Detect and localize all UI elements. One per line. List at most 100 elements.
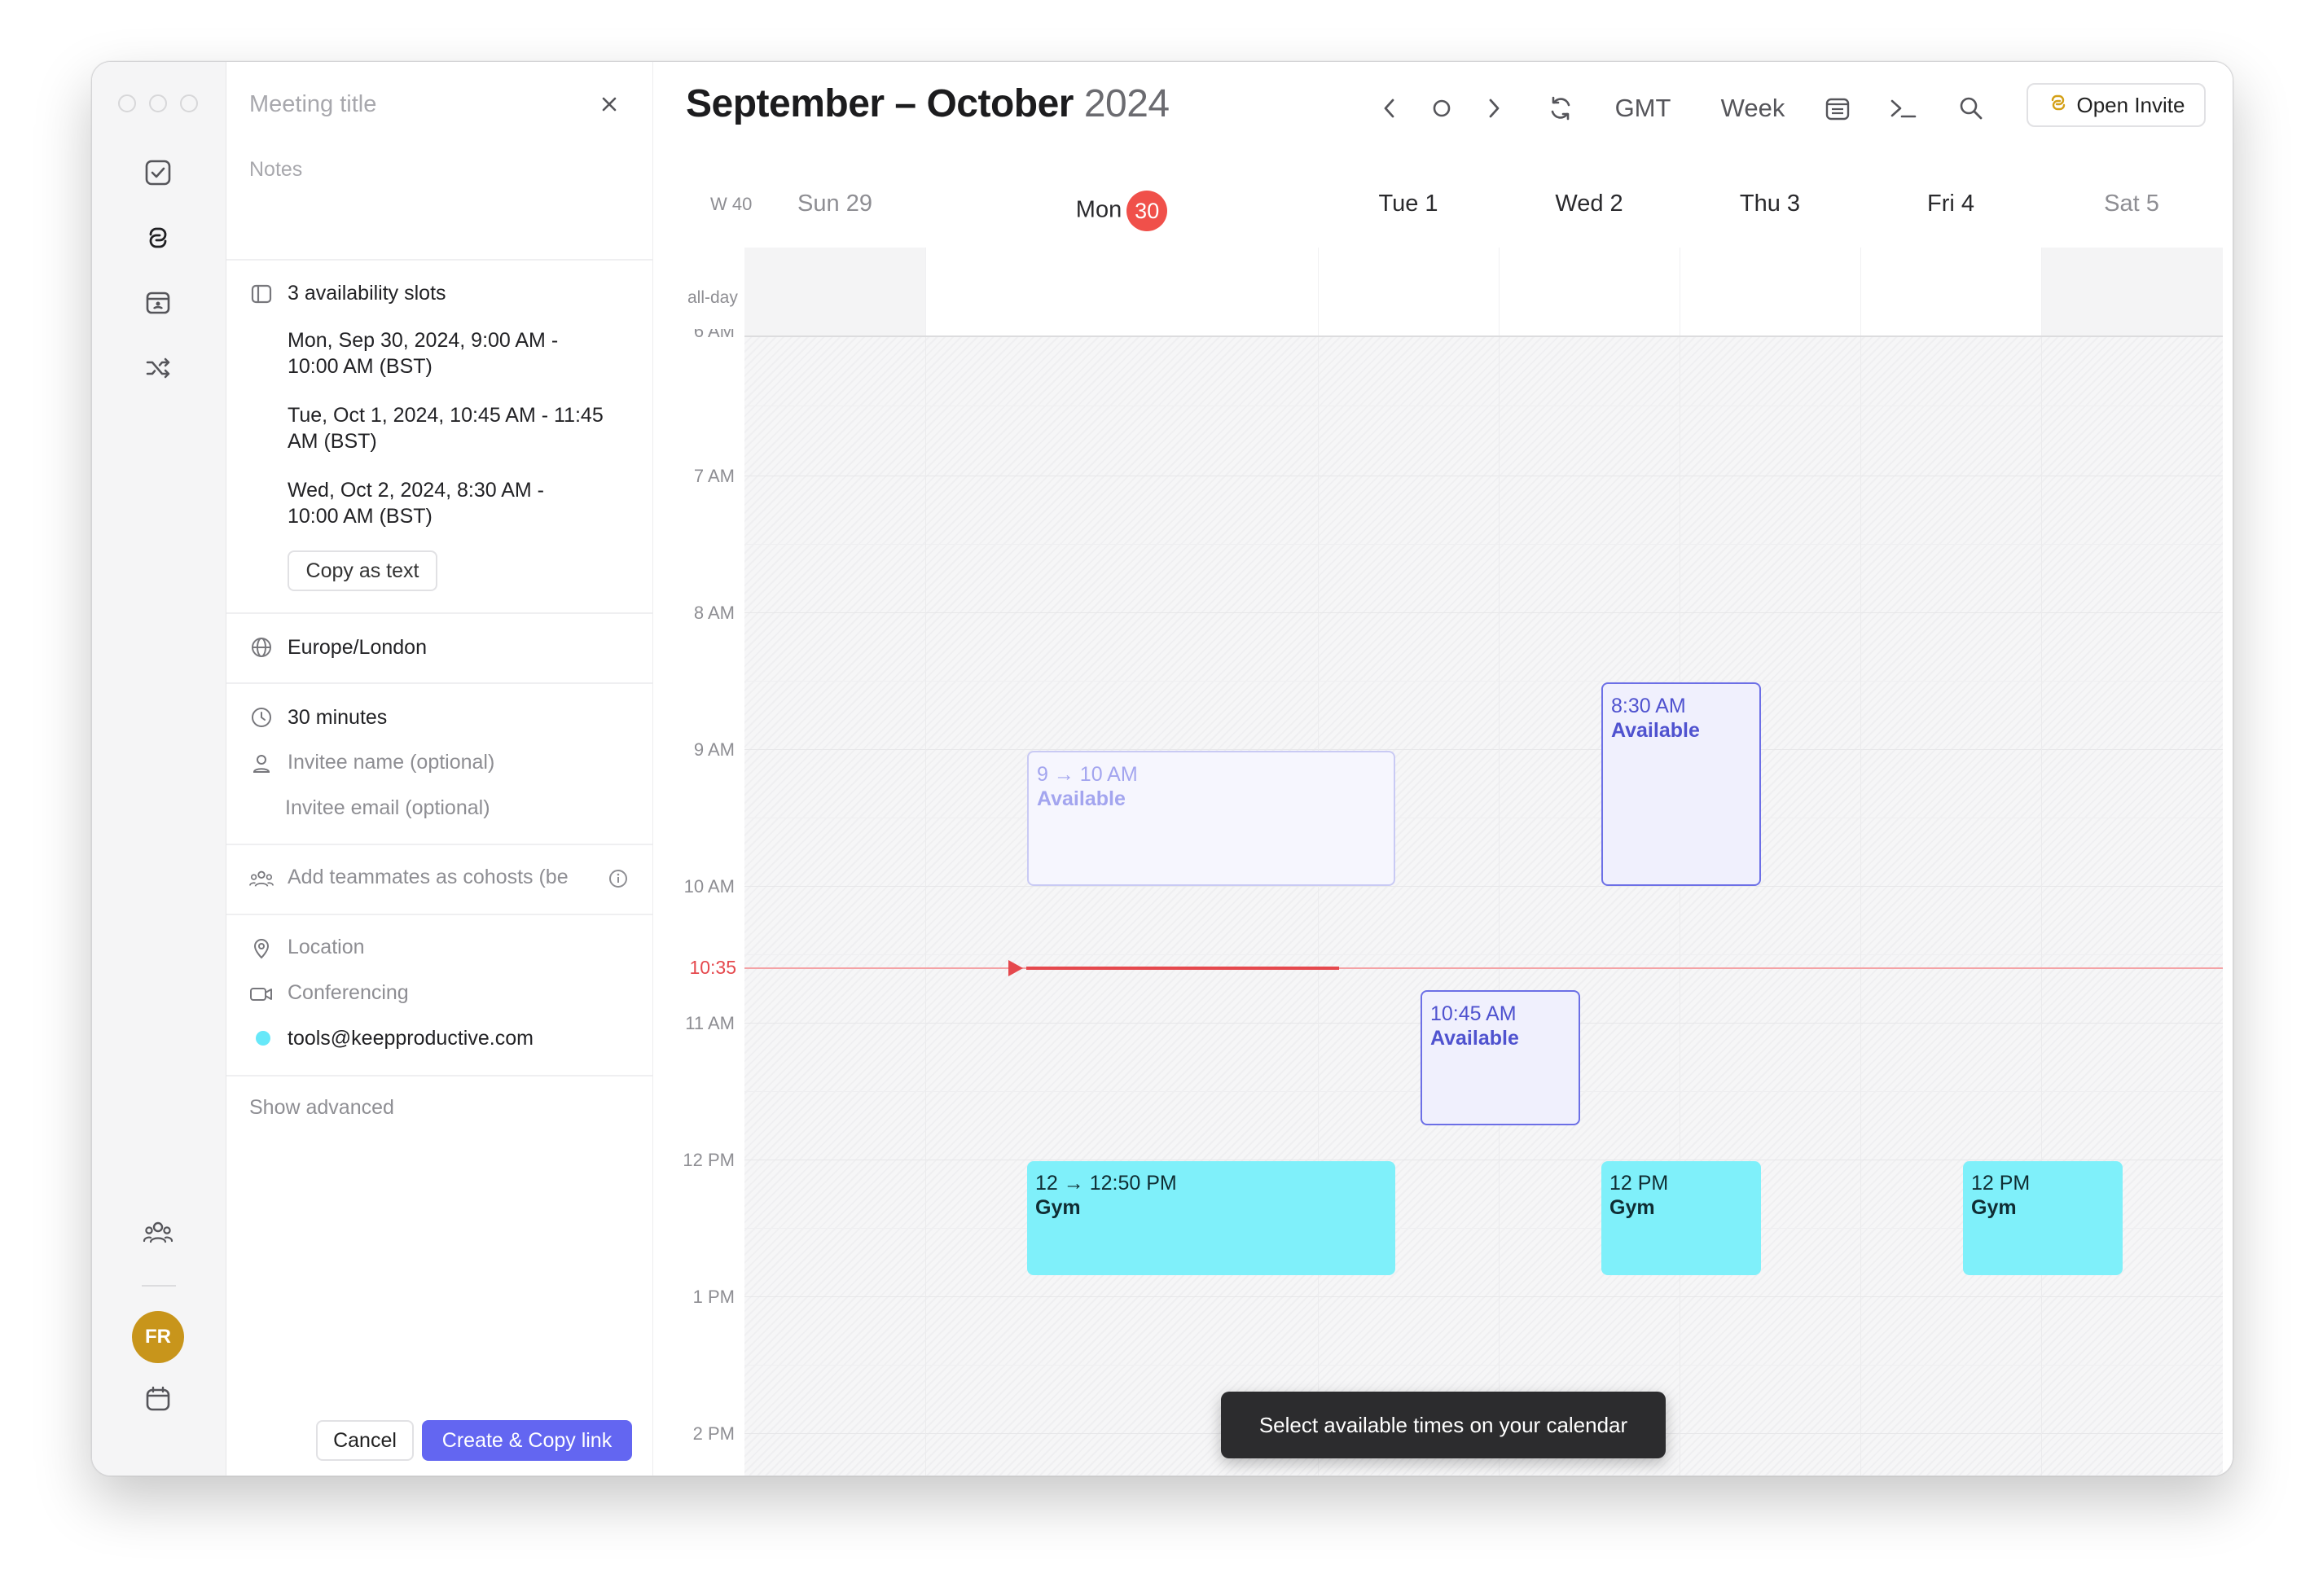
day-column-divider	[925, 337, 926, 1475]
location-input[interactable]: Location	[288, 936, 365, 959]
day-header-mon[interactable]: Mon 30	[925, 191, 1318, 231]
event-time: 12 PM	[1971, 1172, 2031, 1195]
day-header-fri[interactable]: Fri 4	[1860, 191, 2041, 217]
calendar-list-icon[interactable]	[1820, 88, 1855, 129]
open-invite-button[interactable]: Open Invite	[2027, 83, 2206, 127]
time-grid[interactable]	[744, 337, 2223, 1475]
location-pin-icon	[249, 936, 274, 961]
allday-divider	[2041, 248, 2042, 335]
current-time-bar	[1026, 967, 1339, 970]
hour-label-partial: 6 AM	[693, 329, 735, 341]
globe-icon	[249, 635, 274, 660]
tasks-checkbox-icon[interactable]	[142, 156, 174, 189]
create-copy-link-button[interactable]: Create & Copy link	[422, 1420, 632, 1461]
hint-toast: Select available times on your calendar	[1221, 1392, 1666, 1458]
cancel-button[interactable]: Cancel	[316, 1420, 414, 1461]
hour-label: 1 PM	[692, 1287, 735, 1307]
day-header-sat[interactable]: Sat 5	[2041, 191, 2222, 217]
user-avatar[interactable]: FR	[132, 1311, 184, 1363]
view-selector[interactable]: Week	[1712, 88, 1794, 129]
timezone-select[interactable]: Europe/London	[288, 634, 427, 660]
allday-label: all-day	[687, 288, 738, 307]
copy-as-text-button[interactable]: Copy as text	[288, 550, 437, 591]
hour-label: 8 AM	[693, 603, 735, 623]
invitee-email-input[interactable]: Invitee email (optional)	[285, 796, 490, 820]
availability-slot-wed[interactable]: 8:30 AM Available	[1601, 682, 1761, 886]
grid-line	[744, 886, 2223, 887]
day-header-wed[interactable]: Wed 2	[1499, 191, 1680, 217]
availability-slot-tue[interactable]: 10:45 AM Available	[1421, 990, 1580, 1125]
slots-panel-icon	[249, 282, 274, 306]
slot-2: Tue, Oct 1, 2024, 10:45 AM - 11:45 AM (B…	[288, 402, 604, 454]
meeting-title-input[interactable]: Meeting title	[249, 91, 376, 118]
day-column-divider	[1860, 337, 1861, 1475]
allday-weekend-sat	[2041, 248, 2223, 335]
grid-line	[744, 954, 2223, 955]
slot-3-line1: Wed, Oct 2, 2024, 8:30 AM -	[288, 479, 544, 502]
current-time-marker	[1008, 960, 1023, 976]
scheduling-links-icon[interactable]	[142, 221, 174, 254]
gym-event-wed[interactable]: 12 PM Gym	[1601, 1161, 1761, 1275]
grid-line	[744, 1365, 2223, 1366]
invite-form-panel: Meeting title Notes 3 availability slots…	[226, 62, 653, 1475]
rail-divider	[142, 1285, 176, 1287]
duration-select[interactable]: 30 minutes	[288, 704, 387, 730]
contacts-card-icon[interactable]	[142, 287, 174, 319]
invitee-name-input[interactable]: Invitee name (optional)	[288, 751, 494, 774]
hour-label: 2 PM	[692, 1423, 735, 1444]
allday-divider	[1860, 248, 1861, 335]
shuffle-icon[interactable]	[142, 352, 174, 384]
next-week-icon[interactable]	[1478, 88, 1510, 129]
today-badge: 30	[1126, 191, 1168, 231]
cohosts-input[interactable]: Add teammates as cohosts (be	[288, 866, 589, 889]
divider	[226, 1075, 652, 1076]
search-icon[interactable]	[1953, 88, 1989, 129]
clock-icon	[249, 705, 274, 730]
calendar-title: September – October 2024	[686, 81, 1170, 126]
close-window-button[interactable]	[118, 94, 136, 112]
allday-row[interactable]	[744, 248, 2223, 335]
day-column-divider	[1318, 337, 1319, 1475]
previous-week-icon[interactable]	[1373, 88, 1406, 129]
command-terminal-icon[interactable]	[1885, 88, 1921, 129]
grid-line	[744, 1296, 2223, 1297]
slot-1-line1: Mon, Sep 30, 2024, 9:00 AM -	[288, 329, 559, 352]
info-icon[interactable]	[606, 866, 630, 891]
timezone-button[interactable]: GMT	[1606, 88, 1680, 129]
notes-input[interactable]: Notes	[249, 158, 302, 182]
availability-slot-mon[interactable]: 9 → 10 AM Available	[1027, 751, 1395, 886]
close-icon[interactable]	[593, 88, 626, 121]
video-camera-icon	[249, 982, 274, 1006]
hour-label: 9 AM	[693, 739, 735, 760]
allday-weekend-sun	[744, 248, 925, 335]
gym-event-fri[interactable]: 12 PM Gym	[1963, 1161, 2123, 1275]
calendar-view: September – October 2024 GMT Week Open I…	[653, 62, 2233, 1475]
event-time: 10:45 AM	[1430, 1002, 1517, 1025]
calendar-account-select[interactable]: tools@keepproductive.com	[288, 1025, 534, 1051]
team-people-icon[interactable]	[142, 1217, 174, 1249]
day-header-tue[interactable]: Tue 1	[1318, 191, 1499, 217]
minimize-window-button[interactable]	[149, 94, 167, 112]
slot-2-line2: AM (BST)	[288, 430, 377, 453]
allday-divider	[1318, 248, 1319, 335]
window-controls	[118, 94, 198, 112]
divider	[226, 914, 652, 915]
slot-3-line2: 10:00 AM (BST)	[288, 505, 433, 528]
day-column-divider	[1499, 337, 1500, 1475]
calendar-title-year: 2024	[1083, 82, 1170, 125]
zoom-window-button[interactable]	[180, 94, 198, 112]
show-advanced-link[interactable]: Show advanced	[249, 1096, 394, 1120]
calendar-app-icon[interactable]	[142, 1383, 174, 1415]
day-header-thu[interactable]: Thu 3	[1680, 191, 1860, 217]
person-icon	[249, 751, 274, 775]
refresh-icon[interactable]	[1544, 88, 1577, 129]
conferencing-input[interactable]: Conferencing	[288, 981, 409, 1005]
hour-label: 11 AM	[685, 1013, 735, 1033]
day-column-divider	[2041, 337, 2042, 1475]
today-circle-icon[interactable]	[1425, 88, 1458, 129]
day-header-sun[interactable]: Sun 29	[744, 191, 925, 217]
slot-1: Mon, Sep 30, 2024, 9:00 AM - 10:00 AM (B…	[288, 327, 558, 379]
gym-event-mon[interactable]: 12 → 12:50 PM Gym	[1027, 1161, 1395, 1275]
event-title: Gym	[1609, 1196, 1655, 1219]
grid-line	[744, 544, 2223, 545]
